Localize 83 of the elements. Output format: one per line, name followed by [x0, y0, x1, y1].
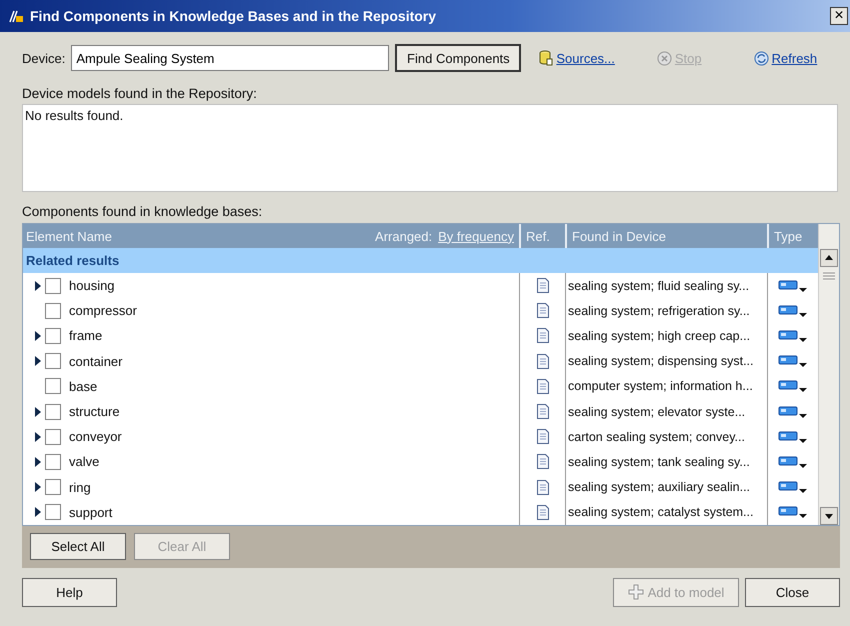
found-in-device-cell: sealing system; high creep cap... — [565, 323, 767, 349]
sources-link[interactable]: Sources... — [539, 50, 615, 66]
type-dropdown-icon[interactable] — [778, 404, 808, 419]
document-icon[interactable] — [536, 378, 548, 394]
element-name: support — [69, 504, 112, 520]
found-in-device-cell: sealing system; refrigeration sy... — [565, 298, 767, 324]
no-results-message: No results found. — [25, 108, 124, 123]
element-name: base — [69, 378, 98, 394]
select-all-button[interactable]: Select All — [30, 533, 126, 560]
type-dropdown-icon[interactable] — [778, 505, 808, 520]
document-icon[interactable] — [536, 278, 548, 294]
element-name: structure — [69, 404, 120, 420]
row-checkbox[interactable] — [45, 353, 61, 370]
document-icon[interactable] — [536, 354, 548, 369]
type-dropdown-icon[interactable] — [778, 304, 808, 318]
repository-label: Device models found in the Repository: — [22, 86, 258, 101]
element-name-heading: Element Name — [26, 228, 112, 244]
device-label: Device: — [22, 50, 66, 66]
window-title: Find Components in Knowledge Bases and in the Repository — [30, 8, 438, 24]
expand-arrow-icon[interactable] — [35, 456, 41, 467]
find-components-button[interactable]: Find Components — [395, 44, 522, 72]
type-dropdown-icon[interactable] — [778, 379, 808, 394]
found-in-device-cell: sealing system; elevator syste... — [565, 398, 767, 424]
found-in-device-cell: sealing system; dispensing syst... — [565, 348, 767, 374]
document-icon[interactable] — [536, 504, 548, 520]
document-icon[interactable] — [536, 328, 548, 344]
scroll-up-button[interactable] — [820, 249, 838, 267]
document-icon[interactable] — [536, 303, 548, 318]
refresh-icon — [754, 50, 769, 66]
expand-arrow-icon[interactable] — [35, 356, 41, 366]
expand-arrow-icon[interactable] — [35, 482, 41, 492]
row-checkbox[interactable] — [45, 504, 61, 520]
close-dialog-button[interactable]: Close — [745, 578, 840, 607]
scrollbar[interactable] — [818, 224, 839, 525]
found-in-device-cell: sealing system; fluid sealing sy... — [565, 273, 767, 298]
type-dropdown-icon[interactable] — [778, 430, 808, 444]
type-dropdown-icon[interactable] — [778, 328, 808, 343]
close-button[interactable]: × — [830, 7, 848, 25]
plus-icon — [628, 584, 644, 600]
row-checkbox[interactable] — [45, 479, 61, 496]
row-checkbox[interactable] — [45, 328, 61, 344]
element-name: valve — [69, 454, 100, 470]
row-checkbox[interactable] — [45, 404, 61, 420]
element-name: conveyor — [69, 429, 122, 444]
row-checkbox[interactable] — [45, 454, 61, 470]
arranged-label: Arranged: — [375, 228, 432, 244]
element-name: ring — [69, 480, 91, 495]
components-label: Components found in knowledge bases: — [22, 204, 264, 219]
found-in-device-cell: sealing system; tank sealing sy... — [565, 449, 767, 474]
scroll-grip-icon — [822, 271, 836, 281]
element-name: container — [69, 354, 122, 369]
type-dropdown-icon[interactable] — [778, 278, 808, 293]
found-in-device-cell: carton sealing system; convey... — [565, 424, 767, 450]
document-icon[interactable] — [536, 404, 548, 420]
document-icon[interactable] — [536, 454, 548, 470]
stop-icon — [656, 50, 672, 66]
type-dropdown-icon[interactable] — [778, 354, 808, 368]
type-dropdown-icon[interactable] — [778, 454, 808, 469]
refresh-link[interactable]: Refresh — [754, 50, 818, 66]
found-in-device-cell: sealing system; catalyst system... — [565, 500, 767, 525]
row-checkbox[interactable] — [45, 302, 61, 319]
type-dropdown-icon[interactable] — [778, 480, 808, 494]
found-in-device-cell: sealing system; auxiliary sealin... — [565, 474, 767, 500]
expand-arrow-icon[interactable] — [35, 507, 41, 518]
row-checkbox[interactable] — [45, 378, 61, 394]
expand-arrow-icon[interactable] — [35, 330, 41, 341]
group-title: Related results — [26, 253, 120, 268]
device-field[interactable]: Ampule Sealing System — [71, 45, 390, 71]
expand-arrow-icon[interactable] — [35, 406, 41, 417]
element-name: housing — [69, 278, 115, 294]
document-icon[interactable] — [536, 480, 548, 495]
row-checkbox[interactable] — [45, 428, 61, 445]
database-icon — [539, 50, 554, 66]
scroll-down-button[interactable] — [820, 506, 838, 525]
app-icon — [8, 8, 24, 24]
expand-arrow-icon[interactable] — [35, 432, 41, 442]
element-name: frame — [69, 328, 102, 344]
expand-arrow-icon[interactable] — [35, 280, 41, 291]
element-name: compressor — [69, 303, 137, 318]
found-in-device-cell: computer system; information h... — [565, 374, 767, 399]
document-icon[interactable] — [536, 429, 548, 444]
row-checkbox[interactable] — [45, 278, 61, 294]
help-button[interactable]: Help — [22, 578, 117, 607]
